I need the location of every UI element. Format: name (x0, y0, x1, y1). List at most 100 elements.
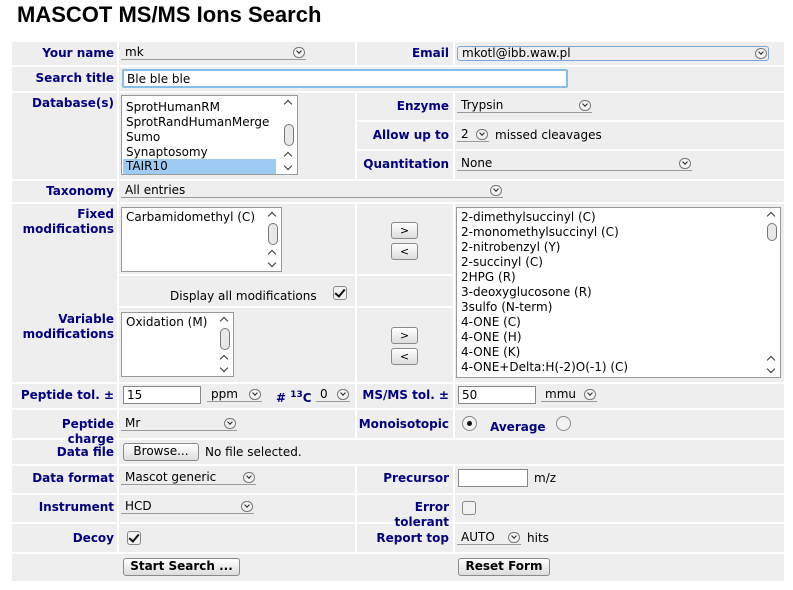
scroll-up-icon[interactable] (766, 355, 776, 365)
quantitation-value: None (461, 156, 493, 170)
scroll-thumb[interactable] (284, 124, 294, 146)
quantitation-select[interactable]: None (457, 156, 692, 171)
scroll-thumb[interactable] (268, 223, 278, 245)
fixed-mods-label-line2: modifications (22, 222, 114, 236)
scroll-up-icon[interactable] (267, 249, 277, 259)
report-top-value: AUTO (461, 530, 495, 544)
msms-tol-unit-select[interactable]: mmu (541, 387, 597, 402)
chevron-down-icon (508, 532, 520, 543)
your-name-label: Your name (42, 46, 114, 60)
all-mods-listbox[interactable]: 2-dimethylsuccinyl (C) 2-monomethylsucci… (456, 207, 781, 378)
chevron-down-icon (337, 389, 349, 400)
mod-item[interactable]: 2-dimethylsuccinyl (C) (461, 210, 596, 225)
chevron-down-icon (476, 129, 488, 140)
reset-form-button[interactable]: Reset Form (458, 558, 550, 576)
chevron-down-icon (241, 501, 253, 512)
msms-tol-input[interactable]: 50 (458, 386, 536, 404)
variable-mod-item[interactable]: Oxidation (M) (126, 315, 207, 330)
database-item[interactable]: SprotHumanRM (126, 100, 220, 115)
scroll-down-icon[interactable] (766, 364, 776, 374)
add-variable-mod-button[interactable]: > (391, 327, 418, 344)
data-file-label: Data file (56, 445, 114, 459)
database-item[interactable]: Sumo (126, 130, 160, 145)
scroll-down-icon[interactable] (219, 363, 229, 373)
precursor-input[interactable] (458, 469, 528, 487)
mod-item[interactable]: 4-ONE (H) (461, 330, 522, 345)
data-format-select[interactable]: Mascot generic (121, 470, 256, 485)
instrument-select[interactable]: HCD (121, 499, 254, 514)
enzyme-select[interactable]: Trypsin (457, 98, 592, 113)
email-value: mkotl@ibb.waw.pl (462, 46, 571, 60)
your-name-select[interactable]: mk (121, 45, 306, 60)
scroll-up-icon[interactable] (219, 354, 229, 364)
variable-mods-scrollbar[interactable] (218, 314, 232, 375)
scroll-down-icon[interactable] (283, 161, 293, 171)
average-radio[interactable] (556, 416, 571, 431)
email-label: Email (411, 46, 449, 60)
database-item[interactable]: Synaptosomy (126, 145, 208, 160)
mod-item[interactable]: 2-monomethylsuccinyl (C) (461, 225, 619, 240)
mod-item[interactable]: 4-ONE (K) (461, 345, 520, 360)
start-search-button[interactable]: Start Search ... (123, 558, 240, 576)
fixed-mods-listbox[interactable]: Carbamidomethyl (C) (121, 207, 282, 272)
fixed-mods-scrollbar[interactable] (266, 209, 280, 270)
chevron-down-icon (243, 472, 255, 483)
your-name-value: mk (125, 45, 144, 59)
cell (357, 276, 453, 306)
report-top-select[interactable]: AUTO (457, 530, 521, 545)
instrument-label: Instrument (38, 500, 114, 514)
mod-item[interactable]: 3sulfo (N-term) (461, 300, 552, 315)
database-listbox[interactable]: SprotHumanRM SprotRandHumanMerge Sumo Sy… (121, 95, 298, 175)
scroll-up-icon[interactable] (283, 151, 293, 161)
msms-tol-unit-value: mmu (545, 387, 576, 401)
chevron-down-icon (249, 389, 261, 400)
mod-item[interactable]: 4-ONE (C) (461, 315, 521, 330)
mod-item[interactable]: 4-ONE+Delta:H(-2)O(-1) (C) (461, 360, 628, 375)
variable-mods-listbox[interactable]: Oxidation (M) (121, 312, 234, 377)
scroll-thumb[interactable] (767, 223, 777, 241)
missed-cleavages-select[interactable]: 2 (457, 127, 489, 142)
instrument-value: HCD (125, 499, 152, 513)
mod-item[interactable]: 2-nitrobenzyl (Y) (461, 240, 560, 255)
peptide-tol-unit-value: ppm (211, 387, 238, 401)
cell (455, 495, 784, 522)
peptide-tol-unit-select[interactable]: ppm (207, 387, 262, 402)
database-item-selected[interactable]: TAIR10 (123, 159, 276, 174)
remove-variable-mod-button[interactable]: < (391, 348, 418, 365)
remove-fixed-mod-button[interactable]: < (391, 243, 418, 260)
fixed-mods-label-line1: Fixed (77, 207, 114, 221)
mod-item[interactable]: 2HPG (R) (461, 270, 516, 285)
enzyme-label: Enzyme (396, 99, 449, 113)
mod-item[interactable]: 3-deoxyglucosone (R) (461, 285, 592, 300)
fixed-mod-item[interactable]: Carbamidomethyl (C) (126, 210, 255, 225)
scroll-up-icon[interactable] (267, 211, 277, 221)
error-tolerant-checkbox[interactable] (462, 501, 476, 515)
mod-item[interactable]: 2-succinyl (C) (461, 255, 543, 270)
add-fixed-mod-button[interactable]: > (391, 222, 418, 239)
search-title-input[interactable]: Ble ble ble (122, 69, 568, 88)
c13-select[interactable]: 0 (316, 387, 350, 402)
peptide-charge-select[interactable]: Mr (121, 416, 237, 431)
database-item[interactable]: SprotRandHumanMerge (126, 115, 269, 130)
taxonomy-select[interactable]: All entries (121, 183, 503, 198)
precursor-label: Precursor (383, 471, 449, 485)
peptide-tol-input[interactable]: 15 (123, 386, 201, 404)
scroll-up-icon[interactable] (219, 316, 229, 326)
cell (119, 524, 355, 552)
display-all-mods-checkbox[interactable] (333, 286, 347, 300)
peptide-charge-value: Mr (125, 416, 141, 430)
all-mods-scrollbar[interactable] (765, 209, 779, 376)
decoy-checkbox[interactable] (127, 531, 141, 545)
scroll-up-icon[interactable] (283, 99, 293, 109)
database-scrollbar[interactable] (282, 97, 296, 173)
data-format-value: Mascot generic (125, 470, 217, 484)
scroll-up-icon[interactable] (766, 211, 776, 221)
chevron-down-icon (679, 158, 691, 169)
email-select[interactable]: mkotl@ibb.waw.pl (457, 46, 769, 61)
scroll-down-icon[interactable] (267, 258, 277, 268)
browse-button[interactable]: Browse... (123, 443, 199, 461)
scroll-thumb[interactable] (220, 328, 230, 350)
databases-label: Database(s) (32, 96, 114, 110)
enzyme-value: Trypsin (461, 98, 504, 112)
monoisotopic-radio[interactable] (462, 416, 477, 431)
